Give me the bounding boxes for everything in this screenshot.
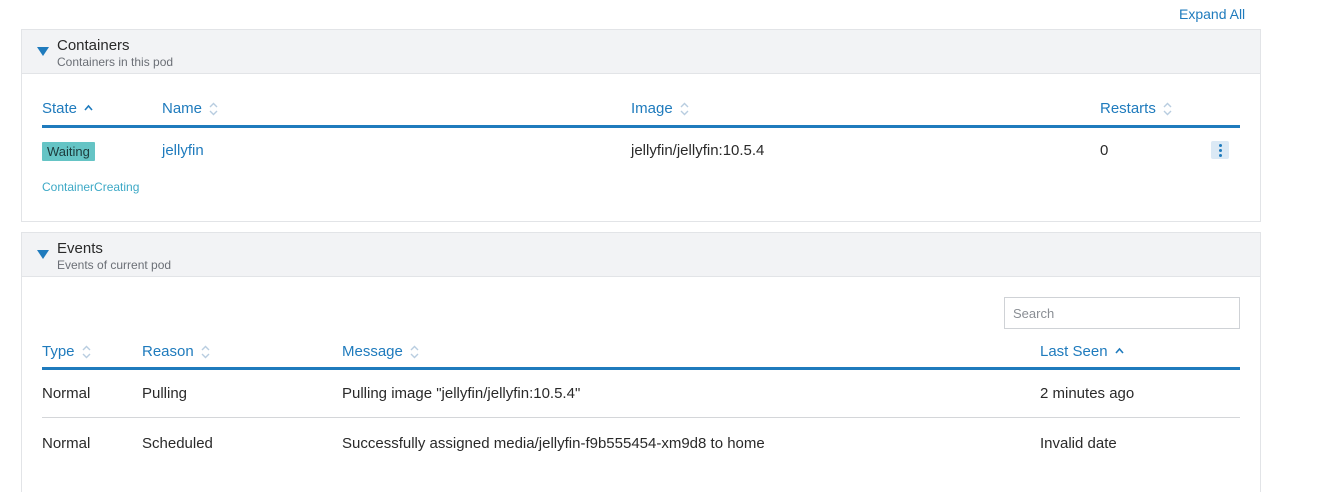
- containers-panel: Containers Containers in this pod State …: [21, 29, 1261, 222]
- table-header-divider: [42, 367, 1240, 370]
- events-search-input[interactable]: [1004, 297, 1240, 329]
- events-title: Events: [57, 240, 103, 257]
- status-badge: Waiting: [42, 142, 95, 161]
- state-reason: ContainerCreating: [42, 180, 140, 194]
- event-reason: Scheduled: [142, 435, 213, 452]
- row-divider: [42, 417, 1240, 418]
- container-image: jellyfin/jellyfin:10.5.4: [631, 142, 765, 159]
- event-last-seen: Invalid date: [1040, 435, 1117, 452]
- sort-icon[interactable]: [82, 345, 91, 359]
- events-panel: Events Events of current pod Type Reason…: [21, 232, 1261, 492]
- column-header-type[interactable]: Type: [42, 343, 91, 360]
- column-header-restarts[interactable]: Restarts: [1100, 100, 1172, 117]
- container-restarts: 0: [1100, 142, 1109, 159]
- column-label: Message: [342, 343, 403, 360]
- sort-asc-icon[interactable]: [84, 102, 93, 116]
- column-label: Restarts: [1100, 100, 1156, 117]
- column-label: Image: [631, 100, 673, 117]
- event-message: Successfully assigned media/jellyfin-f9b…: [342, 435, 765, 452]
- event-message: Pulling image "jellyfin/jellyfin:10.5.4": [342, 385, 581, 402]
- container-name-link[interactable]: jellyfin: [162, 142, 204, 159]
- column-label: Type: [42, 343, 75, 360]
- column-label: Last Seen: [1040, 343, 1108, 360]
- event-reason: Pulling: [142, 385, 188, 402]
- sort-icon[interactable]: [680, 102, 689, 116]
- events-subtitle: Events of current pod: [57, 258, 172, 272]
- column-header-image[interactable]: Image: [631, 100, 689, 117]
- column-label: Name: [162, 100, 203, 117]
- column-header-name[interactable]: Name: [162, 100, 218, 117]
- sort-icon[interactable]: [410, 345, 419, 359]
- column-label: Reason: [142, 343, 194, 360]
- column-header-state[interactable]: State: [42, 100, 93, 117]
- sort-asc-icon[interactable]: [1114, 345, 1124, 359]
- event-last-seen: 2 minutes ago: [1040, 385, 1135, 402]
- events-panel-header[interactable]: Events Events of current pod: [22, 233, 1260, 277]
- collapse-triangle-icon[interactable]: [37, 250, 49, 259]
- event-type: Normal: [42, 385, 91, 402]
- containers-title: Containers: [57, 37, 130, 54]
- containers-subtitle: Containers in this pod: [57, 55, 174, 69]
- containers-panel-header[interactable]: Containers Containers in this pod: [22, 30, 1260, 74]
- sort-icon[interactable]: [209, 102, 218, 116]
- table-header-divider: [42, 125, 1240, 128]
- kebab-menu-icon[interactable]: [1211, 141, 1229, 159]
- expand-all-link[interactable]: Expand All: [1179, 6, 1245, 22]
- sort-icon[interactable]: [201, 345, 210, 359]
- column-header-reason[interactable]: Reason: [142, 343, 210, 360]
- sort-icon[interactable]: [1163, 102, 1172, 116]
- collapse-triangle-icon[interactable]: [37, 47, 49, 56]
- event-type: Normal: [42, 435, 91, 452]
- column-label: State: [42, 100, 78, 117]
- column-header-message[interactable]: Message: [342, 343, 419, 360]
- column-header-last-seen[interactable]: Last Seen: [1040, 343, 1124, 360]
